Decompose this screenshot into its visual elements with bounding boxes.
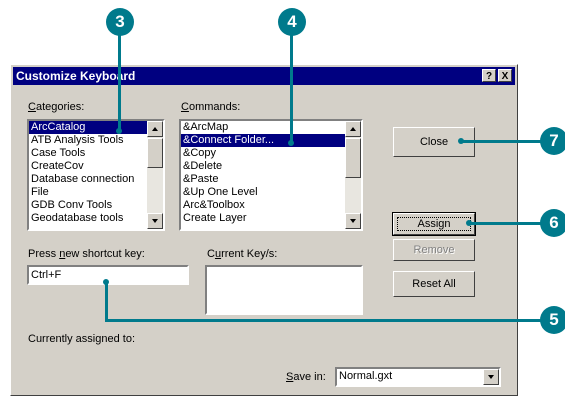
current-keys-label: Current Key/s: [207, 248, 278, 260]
currently-assigned-label: Currently assigned to: [28, 333, 135, 345]
customize-keyboard-dialog: Customize Keyboard ? X Categories: ArcCa… [10, 64, 518, 396]
command-item[interactable]: Create Layer [181, 212, 345, 225]
close-icon[interactable]: X [498, 69, 512, 82]
chevron-down-icon [350, 219, 356, 223]
scroll-down-button[interactable] [147, 213, 163, 229]
save-in-select[interactable]: Normal.gxt [335, 367, 501, 387]
scroll-thumb[interactable] [345, 138, 361, 178]
dropdown-button[interactable] [483, 369, 499, 385]
command-item[interactable]: &Copy [181, 147, 345, 160]
remove-button[interactable]: Remove [393, 239, 475, 261]
save-in-label: Save in: [286, 371, 326, 383]
shortcut-label: Press new shortcut key: [28, 248, 145, 260]
callout-5: 5 [540, 306, 565, 334]
chevron-down-icon [152, 219, 158, 223]
category-item[interactable]: Geodatabase tools [29, 212, 147, 225]
callout-4: 4 [278, 8, 306, 36]
commands-listbox[interactable]: &ArcMap &Connect Folder... &Copy &Delete… [179, 119, 363, 231]
callout-4-dot [288, 140, 294, 146]
category-item[interactable]: Database connection [29, 173, 147, 186]
callout-4-line [290, 34, 293, 144]
scroll-thumb[interactable] [147, 138, 163, 168]
command-item[interactable]: Arc&Toolbox [181, 199, 345, 212]
assign-button[interactable]: Assign [392, 212, 476, 236]
current-keys-listbox[interactable] [205, 265, 363, 315]
categories-scrollbar[interactable] [147, 121, 163, 229]
commands-items: &ArcMap &Connect Folder... &Copy &Delete… [181, 121, 345, 225]
callout-5-dot [103, 279, 109, 285]
category-item[interactable]: File [29, 186, 147, 199]
callout-5-line-h [105, 319, 542, 322]
callout-7: 7 [540, 127, 565, 155]
reset-all-button[interactable]: Reset All [393, 271, 475, 297]
focus-rect [397, 217, 471, 231]
callout-6-dot [466, 220, 472, 226]
chevron-up-icon [350, 127, 356, 131]
category-item[interactable]: CreateCov [29, 160, 147, 173]
commands-scrollbar[interactable] [345, 121, 361, 229]
chevron-up-icon [152, 127, 158, 131]
callout-3-dot [116, 128, 122, 134]
help-button[interactable]: ? [482, 69, 496, 82]
scroll-down-button[interactable] [345, 213, 361, 229]
command-item[interactable]: &Paste [181, 173, 345, 186]
categories-listbox[interactable]: ArcCatalog ATB Analysis Tools Case Tools… [27, 119, 165, 231]
save-in-value: Normal.gxt [339, 370, 393, 382]
commands-label: Commands: [181, 101, 241, 113]
command-item[interactable]: &ArcMap [181, 121, 345, 134]
category-item[interactable]: ArcCatalog [29, 121, 147, 134]
command-item[interactable]: &Up One Level [181, 186, 345, 199]
callout-3-line [118, 34, 121, 132]
scroll-up-button[interactable] [147, 121, 163, 137]
callout-7-dot [458, 138, 464, 144]
command-item[interactable]: &Delete [181, 160, 345, 173]
category-item[interactable]: Case Tools [29, 147, 147, 160]
category-item[interactable]: ATB Analysis Tools [29, 134, 147, 147]
categories-items: ArcCatalog ATB Analysis Tools Case Tools… [29, 121, 147, 225]
callout-7-line [462, 140, 542, 143]
callout-3: 3 [106, 8, 134, 36]
command-item[interactable]: &Connect Folder... [181, 134, 345, 147]
categories-label: Categories: [28, 101, 85, 113]
dialog-titlebar: Customize Keyboard ? X [13, 67, 515, 85]
callout-5-line-v [105, 282, 108, 322]
category-item[interactable]: GDB Conv Tools [29, 199, 147, 212]
chevron-down-icon [488, 375, 494, 379]
scroll-up-button[interactable] [345, 121, 361, 137]
callout-6: 6 [540, 209, 565, 237]
callout-6-line [470, 222, 542, 225]
